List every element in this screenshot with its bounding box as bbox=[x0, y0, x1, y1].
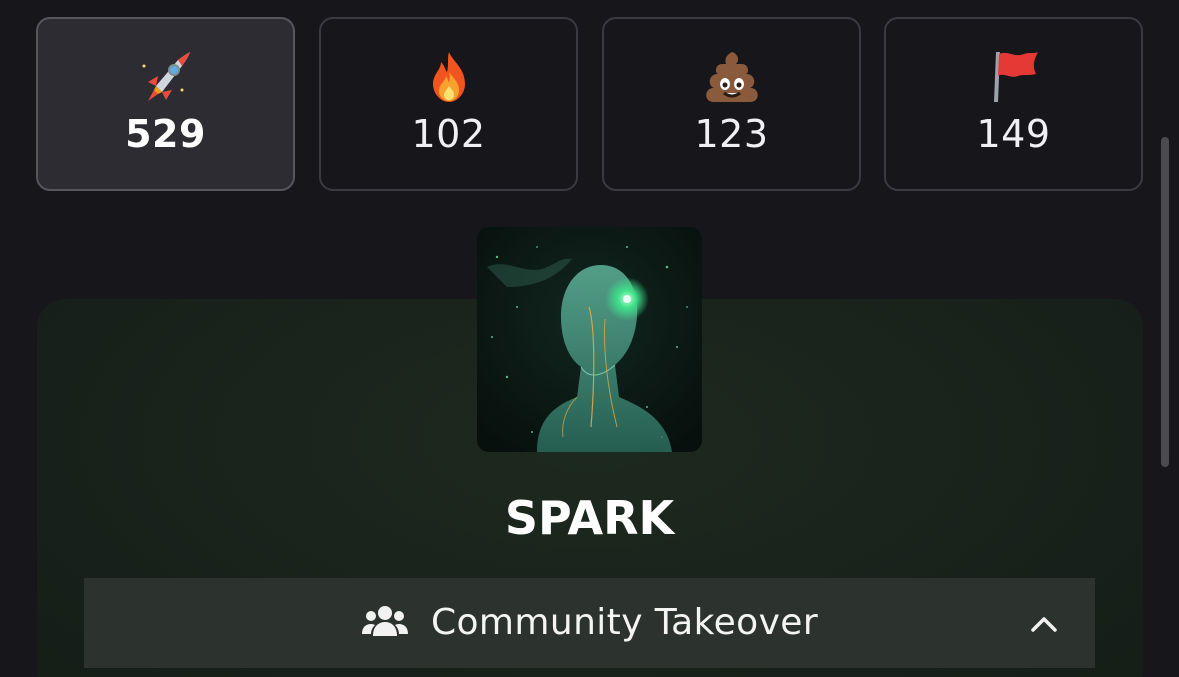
token-name: SPARK bbox=[504, 491, 675, 545]
reaction-count: 149 bbox=[976, 112, 1051, 156]
reaction-count: 529 bbox=[125, 112, 206, 156]
token-page: 529 102 123 149 SPARK Community Takeover bbox=[0, 0, 1179, 677]
reaction-poop-button[interactable]: 123 bbox=[602, 17, 861, 191]
community-takeover-label: Community Takeover bbox=[430, 602, 819, 643]
community-takeover-toggle[interactable]: Community Takeover bbox=[84, 578, 1095, 668]
poop-icon bbox=[702, 46, 762, 106]
rocket-icon bbox=[136, 46, 196, 106]
reaction-count: 123 bbox=[694, 112, 769, 156]
chevron-up-icon[interactable] bbox=[1029, 609, 1059, 639]
reaction-fire-button[interactable]: 102 bbox=[319, 17, 578, 191]
scrollbar[interactable] bbox=[1161, 137, 1169, 467]
reaction-flag-button[interactable]: 149 bbox=[884, 17, 1143, 191]
reaction-count: 102 bbox=[411, 112, 486, 156]
users-icon bbox=[361, 604, 409, 642]
fire-icon bbox=[419, 46, 479, 106]
red-flag-icon bbox=[984, 46, 1044, 106]
token-image bbox=[477, 227, 702, 452]
reaction-rocket-button[interactable]: 529 bbox=[36, 17, 295, 191]
reaction-bar: 529 102 123 149 bbox=[36, 17, 1143, 191]
